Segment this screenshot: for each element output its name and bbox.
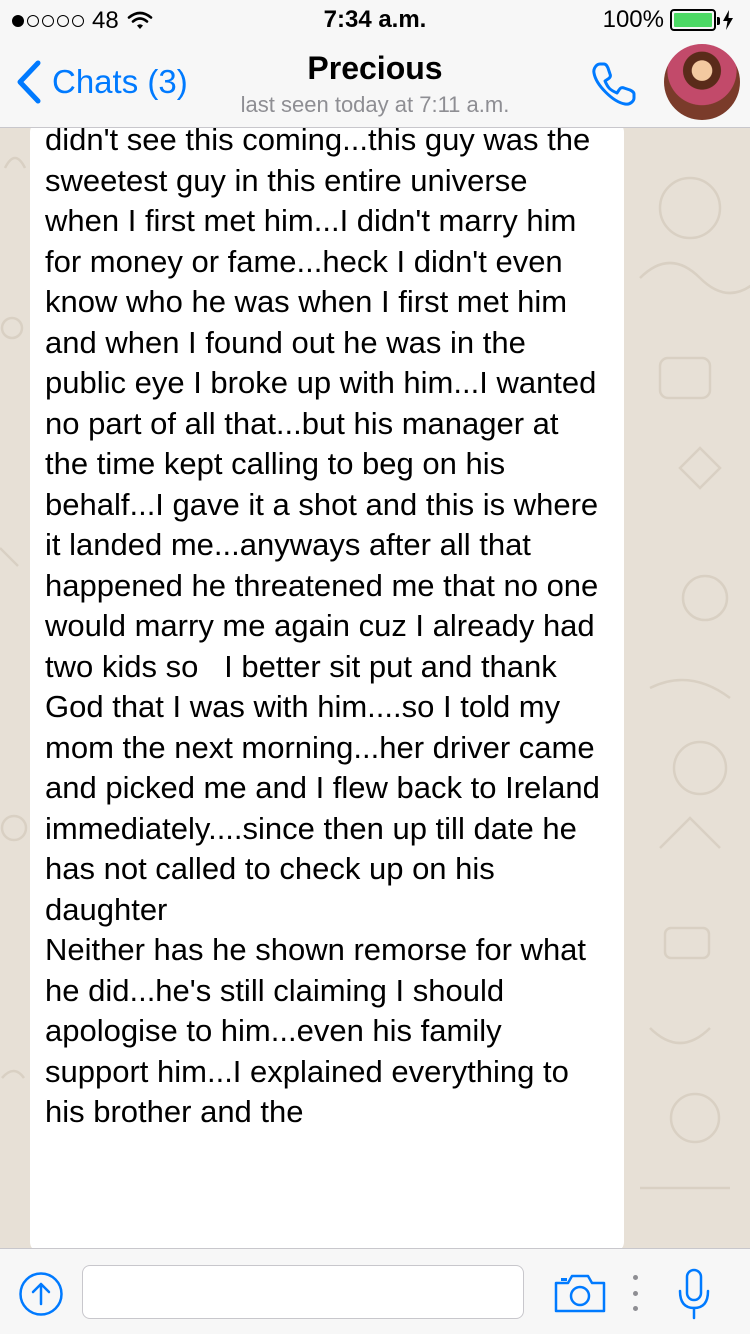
status-bar: 48 7:34 a.m. 100% [0,0,750,40]
charging-bolt-icon [723,10,733,30]
message-text: didn't see this coming...this guy was th… [45,128,600,1129]
phone-icon[interactable] [588,58,640,110]
message-input[interactable] [82,1265,524,1319]
message-input-bar [0,1248,750,1334]
battery-icon [670,9,720,31]
more-vertical-icon[interactable] [628,1275,642,1311]
message-bubble[interactable]: didn't see this coming...this guy was th… [30,128,624,1248]
battery-percent: 100% [602,6,664,33]
chat-area[interactable]: didn't see this coming...this guy was th… [0,128,750,1248]
arrow-up-circle-icon[interactable] [18,1271,64,1317]
chat-header: Chats (3) Precious last seen today at 7:… [0,40,750,128]
battery-area: 100% [603,6,734,34]
microphone-icon[interactable] [676,1267,712,1321]
contact-avatar[interactable] [664,44,740,120]
camera-icon[interactable] [552,1271,608,1315]
